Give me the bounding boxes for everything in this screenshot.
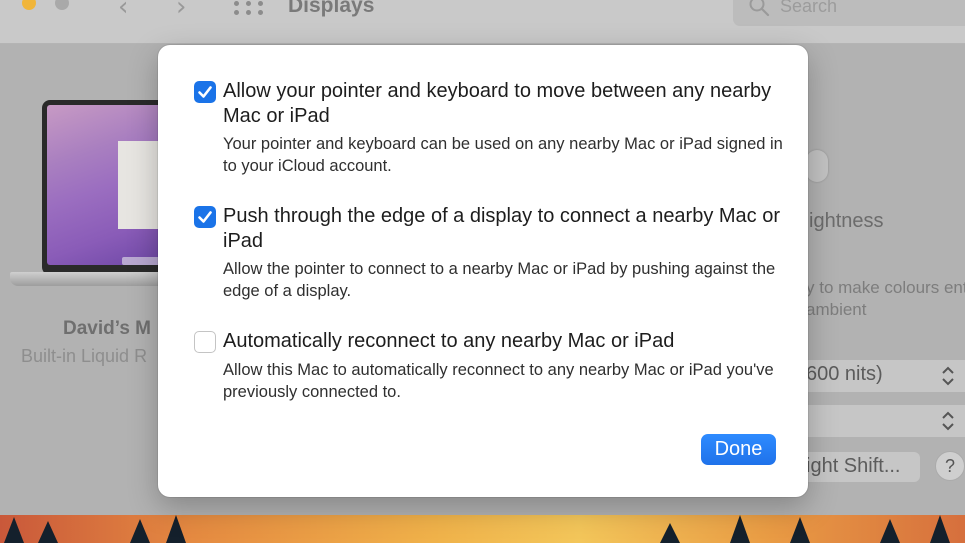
option-title[interactable]: Push through the edge of a display to co…	[223, 204, 783, 254]
laptop-document-window	[118, 141, 162, 229]
device-subtitle: Built-in Liquid R	[21, 346, 148, 366]
option-description: Allow this Mac to automatically reconnec…	[223, 361, 774, 401]
device-name: David’s M	[63, 318, 151, 339]
window-title: Displays	[288, 0, 375, 17]
option-description: Allow the pointer to connect to a nearby…	[223, 260, 776, 300]
auto-brightness-description: y to make colours ent ambient	[806, 278, 965, 319]
option-auto-reconnect: Automatically reconnect to any nearby Ma…	[194, 329, 774, 409]
checkmark-icon	[198, 86, 212, 98]
laptop-base	[10, 272, 180, 286]
tree-silhouette	[166, 515, 186, 543]
option-title[interactable]: Allow your pointer and keyboard to move …	[223, 79, 783, 129]
auto-reconnect-checkbox[interactable]	[194, 331, 216, 353]
search-icon	[749, 0, 770, 17]
tree-silhouette	[790, 517, 810, 543]
brightness-label: ightness	[809, 210, 884, 232]
done-button[interactable]: Done	[701, 434, 776, 465]
chevron-right-icon[interactable]: ›	[176, 0, 186, 22]
search-placeholder: Search	[780, 0, 838, 16]
tree-silhouette	[660, 523, 680, 543]
option-description: Your pointer and keyboard can be used on…	[223, 135, 783, 175]
option-move-pointer: Allow your pointer and keyboard to move …	[194, 79, 783, 179]
minimize-button[interactable]	[22, 0, 36, 10]
night-shift-label: ight Shift...	[806, 455, 901, 477]
tree-silhouette	[4, 517, 24, 543]
push-through-checkbox[interactable]	[194, 206, 216, 228]
show-all-grid-icon[interactable]	[234, 1, 264, 17]
macbook-illustration	[10, 100, 180, 290]
checkmark-icon	[198, 211, 212, 223]
tree-silhouette	[730, 515, 750, 543]
chevron-up-down-icon	[942, 366, 954, 386]
option-title[interactable]: Automatically reconnect to any nearby Ma…	[223, 329, 783, 354]
option-push-through-edge: Push through the edge of a display to co…	[194, 204, 780, 304]
tree-silhouette	[130, 519, 150, 543]
desktop-wallpaper	[0, 515, 965, 543]
window-toolbar: ‹ › Displays Search	[0, 0, 965, 44]
universal-control-sheet: Allow your pointer and keyboard to move …	[158, 45, 808, 497]
brightness-slider-knob[interactable]	[806, 150, 828, 182]
zoom-button[interactable]	[55, 0, 69, 10]
tree-silhouette	[880, 519, 900, 543]
chevron-up-down-icon	[942, 411, 954, 431]
help-icon: ?	[945, 456, 956, 476]
tree-silhouette	[38, 521, 58, 543]
preset-popup-value: 600 nits)	[806, 363, 883, 385]
tree-silhouette	[930, 515, 950, 543]
move-pointer-checkbox[interactable]	[194, 81, 216, 103]
chevron-left-icon[interactable]: ‹	[118, 0, 128, 22]
laptop-screen	[47, 105, 171, 265]
